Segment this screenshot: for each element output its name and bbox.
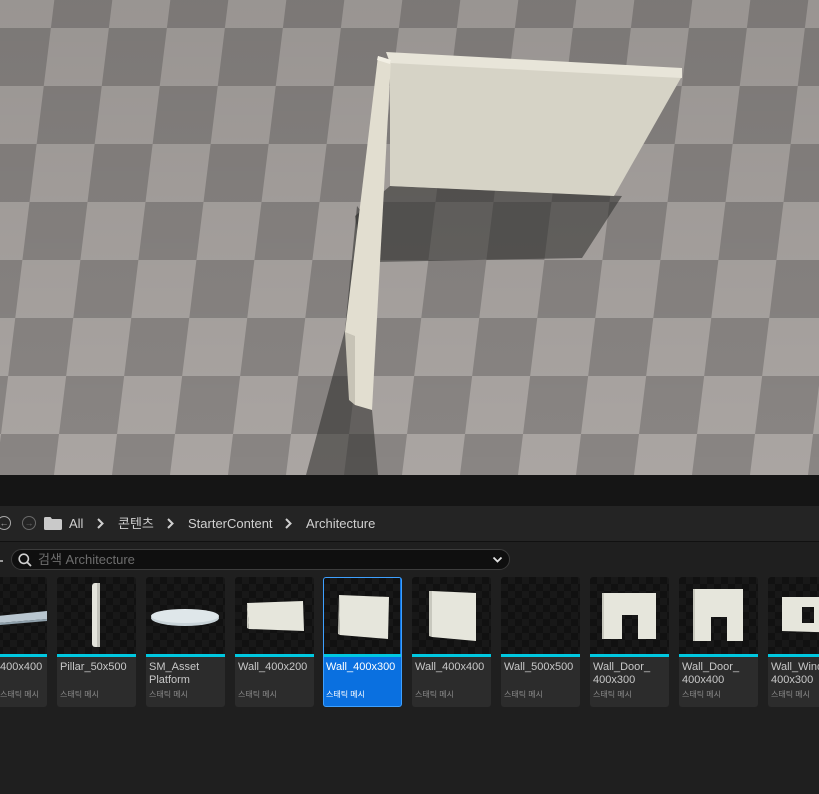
panel-edge-icon bbox=[0, 560, 3, 562]
asset-thumbnail bbox=[679, 577, 758, 655]
asset-type: 스태틱 메시 bbox=[504, 690, 544, 699]
asset-thumbnail bbox=[0, 577, 47, 655]
asset-name: Wall_500x500 bbox=[504, 661, 574, 673]
asset-tile-selected[interactable]: Wall_400x300 스태틱 메시 bbox=[323, 577, 402, 707]
asset-tile[interactable]: Wall_400x400 스태틱 메시 bbox=[412, 577, 491, 707]
asset-type: 스태틱 메시 bbox=[60, 690, 100, 699]
asset-type: 스태틱 메시 bbox=[771, 690, 811, 699]
asset-name: Pillar_50x500 bbox=[60, 661, 127, 673]
level-viewport[interactable] bbox=[0, 0, 819, 475]
asset-tile[interactable]: Pillar_50x500 스태틱 메시 bbox=[57, 577, 136, 707]
asset-type: 스태틱 메시 bbox=[149, 690, 189, 699]
chevron-right-icon bbox=[97, 518, 104, 529]
asset-name: Wall_Wind 400x300 bbox=[771, 661, 819, 686]
asset-thumbnail bbox=[501, 577, 580, 655]
asset-type: 스태틱 메시 bbox=[238, 690, 278, 699]
asset-type: 스태틱 메시 bbox=[326, 690, 366, 699]
asset-name: Wall_Door_ 400x300 bbox=[593, 661, 651, 686]
asset-type: 스태틱 메시 bbox=[593, 690, 633, 699]
asset-type-bar bbox=[679, 654, 758, 657]
asset-type-bar bbox=[768, 654, 819, 657]
asset-thumbnail bbox=[324, 578, 400, 655]
chevron-right-icon bbox=[285, 518, 292, 529]
asset-tile[interactable]: Wall_Wind 400x300 스태틱 메시 bbox=[768, 577, 819, 707]
asset-type-bar bbox=[501, 654, 580, 657]
asset-name: Wall_400x300 bbox=[326, 661, 396, 673]
asset-name: 400x400 bbox=[0, 661, 43, 673]
content-browser: ← → All 콘텐츠 StarterContent Architecture bbox=[0, 506, 819, 794]
search-input[interactable] bbox=[38, 551, 478, 568]
search-row bbox=[0, 541, 819, 577]
breadcrumb-architecture[interactable]: Architecture bbox=[306, 516, 375, 531]
asset-thumbnail bbox=[235, 577, 314, 655]
search-box[interactable] bbox=[11, 549, 510, 570]
forward-button[interactable]: → bbox=[22, 516, 36, 530]
search-icon bbox=[18, 553, 32, 567]
arrow-right-icon: → bbox=[24, 517, 34, 528]
asset-thumbnail bbox=[146, 577, 225, 655]
asset-tile[interactable]: Wall_Door_ 400x400 스태틱 메시 bbox=[679, 577, 758, 707]
asset-thumbnail bbox=[590, 577, 669, 655]
path-bar: ← → All 콘텐츠 StarterContent Architecture bbox=[0, 506, 819, 542]
asset-type-bar bbox=[324, 654, 401, 657]
asset-name: SM_Asset Platform bbox=[149, 661, 200, 686]
asset-type-bar bbox=[0, 654, 47, 657]
chevron-right-icon bbox=[167, 518, 174, 529]
asset-tile[interactable]: 400x400 스태틱 메시 bbox=[0, 577, 47, 707]
asset-tile[interactable]: Wall_400x200 스태틱 메시 bbox=[235, 577, 314, 707]
asset-type-bar bbox=[146, 654, 225, 657]
viewport-scene[interactable] bbox=[0, 0, 819, 475]
asset-type: 스태틱 메시 bbox=[415, 690, 455, 699]
breadcrumb-content[interactable]: 콘텐츠 bbox=[118, 516, 154, 531]
asset-tile[interactable]: Wall_500x500 스태틱 메시 bbox=[501, 577, 580, 707]
asset-type-bar bbox=[57, 654, 136, 657]
asset-thumbnail bbox=[412, 577, 491, 655]
asset-thumbnail bbox=[57, 577, 136, 655]
back-button[interactable]: ← bbox=[0, 516, 11, 530]
viewport-divider bbox=[0, 475, 819, 506]
asset-type: 스태틱 메시 bbox=[682, 690, 722, 699]
asset-tile[interactable]: SM_Asset Platform 스태틱 메시 bbox=[146, 577, 225, 707]
asset-type-bar bbox=[412, 654, 491, 657]
asset-type-bar bbox=[590, 654, 669, 657]
asset-grid: 400x400 스태틱 메시 Pillar_50x500 스태틱 메시 SM_A… bbox=[0, 577, 819, 708]
asset-thumbnail bbox=[768, 577, 819, 655]
breadcrumb-startercontent[interactable]: StarterContent bbox=[188, 516, 273, 531]
arrow-left-icon: ← bbox=[0, 517, 9, 528]
asset-name: Wall_400x200 bbox=[238, 661, 308, 673]
asset-type: 스태틱 메시 bbox=[0, 690, 40, 699]
asset-tile[interactable]: Wall_Door_ 400x300 스태틱 메시 bbox=[590, 577, 669, 707]
asset-name: Wall_400x400 bbox=[415, 661, 485, 673]
folder-icon bbox=[44, 517, 62, 530]
asset-type-bar bbox=[235, 654, 314, 657]
chevron-down-icon[interactable] bbox=[492, 554, 503, 565]
breadcrumb-all[interactable]: All bbox=[69, 516, 83, 531]
asset-name: Wall_Door_ 400x400 bbox=[682, 661, 740, 686]
